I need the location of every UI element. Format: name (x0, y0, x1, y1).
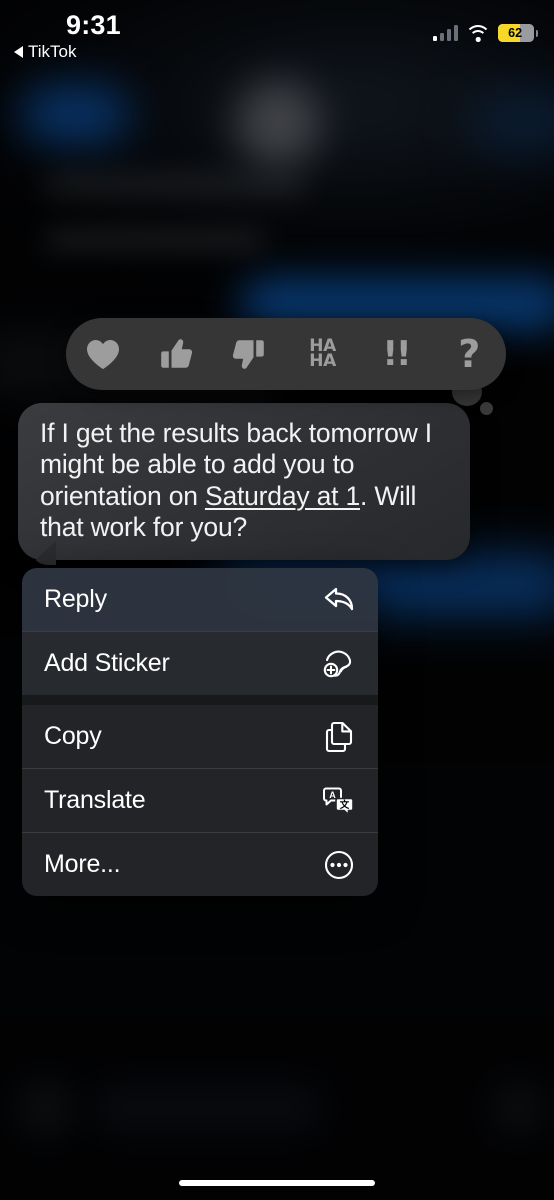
status-time: 9:31 (66, 10, 121, 40)
menu-item-reply[interactable]: Reply (22, 568, 378, 631)
home-indicator[interactable] (179, 1180, 375, 1186)
tapback-tail-small (480, 402, 493, 415)
battery-indicator: 62 (498, 24, 538, 42)
focused-message[interactable]: If I get the results back tomorrow I mig… (18, 403, 470, 566)
signal-bars-icon (432, 25, 459, 41)
tapback-reaction-bar[interactable]: HA HA !! ? (66, 318, 506, 390)
messages-screen: 9:31 TikTok 62 HA HA !! ? If I get the r… (0, 0, 554, 1200)
status-indicators: 62 (432, 24, 538, 42)
ellipsis-circle-icon (320, 846, 358, 884)
menu-item-translate-label: Translate (44, 786, 146, 814)
menu-item-add-sticker[interactable]: Add Sticker (22, 632, 378, 695)
thumbs-up-icon[interactable] (148, 326, 204, 382)
svg-text:文: 文 (339, 799, 350, 811)
reply-arrow-icon (320, 581, 358, 619)
add-sticker-icon (320, 645, 358, 683)
menu-item-copy[interactable]: Copy (22, 705, 378, 768)
question-mark-icon[interactable]: ? (441, 326, 497, 382)
triangle-left-icon (14, 46, 23, 58)
menu-item-copy-label: Copy (44, 722, 102, 750)
translate-bubbles-icon: A 文 (320, 782, 358, 820)
haha-icon[interactable]: HA HA (295, 326, 351, 382)
battery-low-power-icon: 62 (498, 24, 535, 42)
heart-icon[interactable] (75, 326, 131, 382)
menu-item-more-label: More... (44, 850, 121, 878)
menu-item-add-sticker-label: Add Sticker (44, 649, 170, 677)
copy-documents-icon (320, 718, 358, 756)
back-app-label: TikTok (28, 42, 77, 61)
menu-item-reply-label: Reply (44, 585, 107, 613)
wifi-icon (465, 25, 492, 42)
back-to-app-link[interactable]: TikTok (14, 42, 77, 62)
double-exclamation-icon[interactable]: !! (368, 326, 424, 382)
battery-percent-label: 62 (508, 26, 523, 40)
message-context-menu[interactable]: Reply Add Sticker Copy Translate A 文 Mor… (22, 568, 378, 896)
menu-item-translate[interactable]: Translate A 文 (22, 769, 378, 832)
message-bubble[interactable]: If I get the results back tomorrow I mig… (18, 403, 470, 561)
battery-cap (535, 29, 538, 37)
svg-text:A: A (329, 790, 336, 800)
menu-section-gap (22, 695, 378, 705)
status-bar: 9:31 TikTok 62 (0, 0, 554, 62)
haha-line-2: HA (309, 351, 337, 371)
menu-item-more[interactable]: More... (22, 833, 378, 896)
message-date-link[interactable]: Saturday at 1 (205, 481, 360, 511)
thumbs-down-icon[interactable] (221, 326, 277, 382)
